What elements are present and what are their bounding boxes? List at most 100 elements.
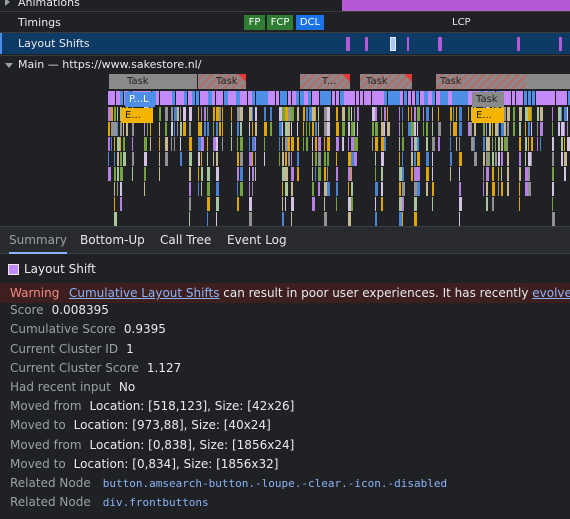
fcp-marker[interactable]: FCP xyxy=(267,15,293,30)
flame-bar xyxy=(117,167,119,181)
flame-bar xyxy=(276,91,279,105)
flame-bar xyxy=(252,91,255,105)
flame-bar xyxy=(240,167,243,181)
flame-bar xyxy=(351,152,354,166)
track-label-animations[interactable]: Animations xyxy=(18,0,80,9)
flame-bar xyxy=(381,107,382,121)
flame-bar xyxy=(387,122,390,136)
flame-bar xyxy=(519,137,521,151)
flame-bar xyxy=(304,91,308,105)
flame-bar xyxy=(198,122,201,136)
flame-bar xyxy=(402,107,403,121)
flame-bar xyxy=(348,212,351,226)
flame-bar xyxy=(501,182,503,196)
flame-bar xyxy=(489,137,490,151)
flame-bar xyxy=(270,107,272,121)
flame-bar xyxy=(348,137,349,151)
flame-bar xyxy=(114,212,117,226)
flame-bar xyxy=(303,137,304,151)
flame-bar xyxy=(297,122,298,136)
flame-bar xyxy=(356,91,359,105)
expand-arrow-icon[interactable] xyxy=(5,0,10,6)
flame-bar xyxy=(324,137,325,151)
flame-bar xyxy=(279,122,282,136)
flame-bar xyxy=(114,182,115,196)
flame-bar xyxy=(198,152,200,166)
track-label-timings[interactable]: Timings xyxy=(18,16,61,29)
flame-bar xyxy=(399,122,400,136)
flame-bar xyxy=(426,152,429,166)
layout-shift-marker[interactable] xyxy=(438,37,442,51)
detail-row-cluster-score: Current Cluster Score 1.127 xyxy=(10,359,181,378)
flame-bar xyxy=(564,107,567,121)
track-label-main[interactable]: Main — https://www.sakestore.nl/ xyxy=(18,58,201,71)
layout-shift-marker[interactable] xyxy=(346,37,350,51)
flame-bar xyxy=(306,122,307,136)
detail-key: Moved to xyxy=(10,418,66,432)
cls-link[interactable]: Cumulative Layout Shifts xyxy=(69,286,219,300)
flame-bar xyxy=(540,107,543,121)
flame-bar xyxy=(507,122,509,136)
related-node-link[interactable]: div.frontbuttons xyxy=(103,496,209,509)
flame-bar xyxy=(144,182,145,196)
flame-bar xyxy=(411,167,413,181)
flame-bar xyxy=(288,91,291,105)
tab-event-log[interactable]: Event Log xyxy=(227,227,287,254)
parse-html-block[interactable]: P...L xyxy=(125,92,155,107)
flame-bar xyxy=(528,122,530,136)
flame-bar xyxy=(519,167,521,181)
flame-bar xyxy=(495,137,496,151)
flame-bar xyxy=(381,122,384,136)
evolved-link[interactable]: evolved xyxy=(532,286,570,300)
tab-bottom-up[interactable]: Bottom-Up xyxy=(80,227,145,254)
flame-bar xyxy=(189,137,192,151)
tab-summary[interactable]: Summary xyxy=(9,227,67,254)
flame-bar xyxy=(471,122,472,136)
flame-bar xyxy=(285,122,288,136)
layout-shift-marker[interactable] xyxy=(517,37,520,51)
track-label-layout-shifts[interactable]: Layout Shifts xyxy=(18,37,90,50)
flame-bar xyxy=(285,182,288,196)
flame-bar xyxy=(216,212,217,226)
flame-bar xyxy=(528,152,531,166)
flame-bar xyxy=(486,197,488,211)
flame-bar xyxy=(537,107,539,121)
layout-shift-marker-selected[interactable] xyxy=(390,37,396,51)
layout-shift-marker[interactable] xyxy=(559,37,562,51)
flame-bar xyxy=(111,122,114,136)
flame-bar xyxy=(513,107,515,121)
flame-bar xyxy=(114,122,117,136)
flame-bar xyxy=(184,91,187,105)
detail-value: 0.9395 xyxy=(123,322,166,336)
task-block[interactable]: Task xyxy=(472,92,504,107)
evaluate-script-block[interactable]: E... xyxy=(121,108,153,123)
flame-bar xyxy=(120,122,122,136)
flame-bar xyxy=(402,167,404,181)
flame-bar xyxy=(114,167,116,181)
timeline-panel[interactable]: Animations Timings FP FCP DCL LCP Layout… xyxy=(0,0,570,226)
flame-bar xyxy=(408,107,409,121)
dcl-marker[interactable]: DCL xyxy=(296,15,324,30)
layout-shift-marker[interactable] xyxy=(365,37,368,51)
flame-bar xyxy=(240,91,244,105)
flame-bar xyxy=(348,107,350,121)
flame-bar xyxy=(237,107,240,121)
fp-marker[interactable]: FP xyxy=(244,15,265,30)
flame-bar xyxy=(297,137,299,151)
collapse-arrow-icon[interactable] xyxy=(5,63,13,68)
flame-bar xyxy=(312,152,313,166)
flame-bar xyxy=(292,91,296,105)
flame-bar xyxy=(201,182,202,196)
flame-bar xyxy=(204,91,208,105)
track-divider xyxy=(0,55,570,56)
layout-shift-marker[interactable] xyxy=(407,37,409,51)
related-node-link[interactable]: button.amsearch-button.-loupe.-clear.-ic… xyxy=(103,477,447,490)
flame-bar xyxy=(552,91,555,105)
tab-call-tree[interactable]: Call Tree xyxy=(160,227,211,254)
flame-bar xyxy=(249,137,250,151)
animation-bar[interactable] xyxy=(342,0,570,11)
evaluate-script-block[interactable]: E... xyxy=(472,108,504,123)
flame-bar xyxy=(123,152,126,166)
detail-key: Current Cluster ID xyxy=(10,342,119,356)
lcp-marker[interactable]: LCP xyxy=(452,15,471,30)
